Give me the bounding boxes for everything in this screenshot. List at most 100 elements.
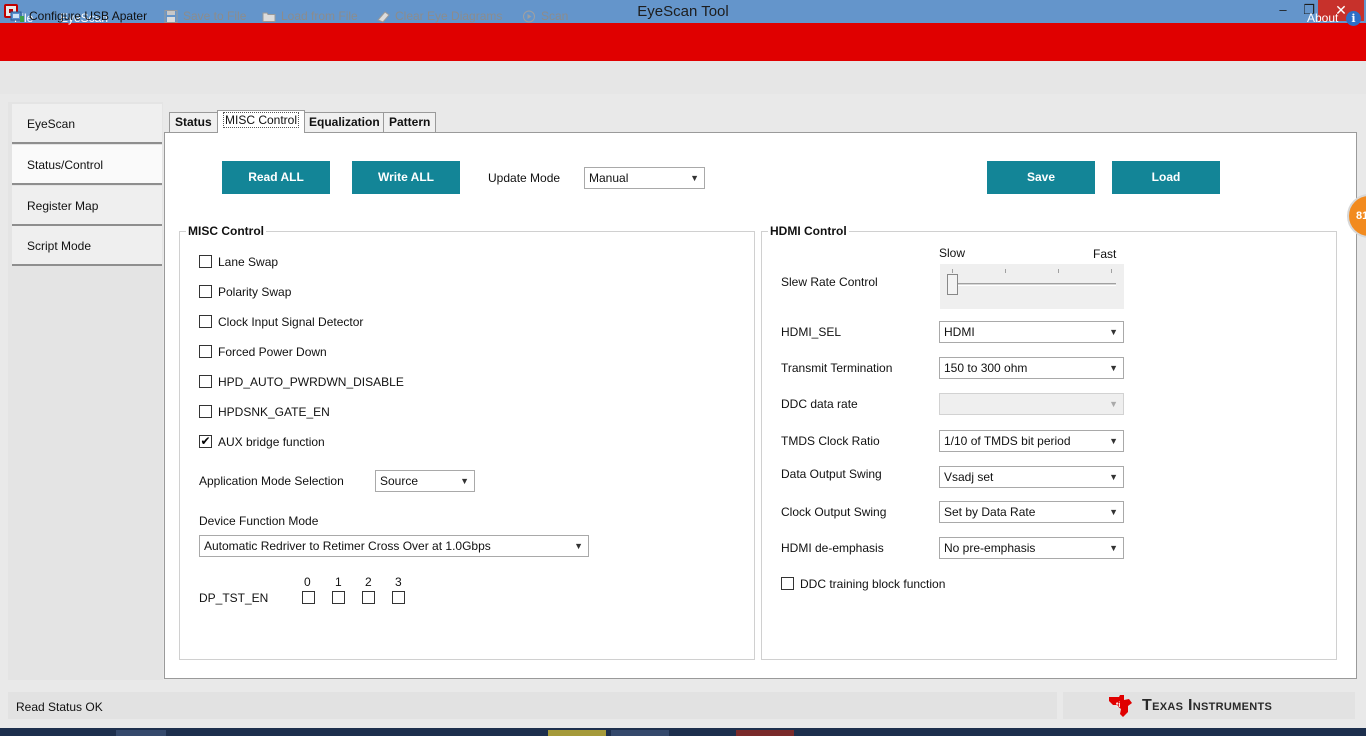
folder-icon (262, 10, 277, 23)
dp-tst-en-bit-0-checkbox[interactable] (302, 591, 315, 604)
load-from-file-button[interactable]: Load from File (262, 9, 358, 23)
device-function-mode-label: Device Function Mode (199, 514, 319, 528)
clock-output-swing-value: Set by Data Rate (944, 505, 1036, 519)
configure-usb-button[interactable]: Configure USB Apater (10, 9, 147, 23)
tab-misc-control[interactable]: MISC Control (217, 110, 306, 133)
slew-rate-slider[interactable] (940, 264, 1124, 309)
dp-tst-en-bit-2-label: 2 (365, 575, 372, 589)
ddc-training-block-label: DDC training block function (800, 577, 946, 591)
transmit-termination-select[interactable]: 150 to 300 ohm ▼ (939, 357, 1124, 379)
dp-tst-en-bit-1-checkbox[interactable] (332, 591, 345, 604)
dp-tst-en-bit-2-checkbox[interactable] (362, 591, 375, 604)
hpd-auto-pwrdwn-disable-checkbox[interactable] (199, 375, 212, 388)
save-icon (164, 9, 179, 23)
save-to-file-label: Save to File (183, 9, 247, 23)
load-button[interactable]: Load (1112, 161, 1220, 194)
sidebar-item-script-mode[interactable]: Script Mode (12, 226, 162, 266)
usb-adapter-icon (10, 10, 25, 23)
chevron-down-icon: ▼ (574, 541, 583, 551)
load-from-file-label: Load from File (281, 9, 358, 23)
chevron-down-icon: ▼ (1109, 472, 1118, 482)
hdmi-de-emphasis-select[interactable]: No pre-emphasis ▼ (939, 537, 1124, 559)
tab-equalization[interactable]: Equalization (303, 112, 386, 132)
ddc-data-rate-label: DDC data rate (781, 397, 858, 411)
polarity-swap-label: Polarity Swap (218, 285, 292, 299)
hpdsnk-gate-en-label: HPDSNK_GATE_EN (218, 405, 330, 419)
info-icon[interactable]: i (1346, 11, 1361, 26)
save-to-file-button[interactable]: Save to File (164, 9, 246, 23)
read-all-button[interactable]: Read ALL (222, 161, 330, 194)
chevron-down-icon: ▼ (1109, 507, 1118, 517)
svg-text:ti: ti (1116, 702, 1120, 709)
minimize-button[interactable]: – (1270, 0, 1296, 21)
status-bar (8, 692, 1057, 719)
update-mode-value: Manual (589, 171, 629, 185)
clock-output-swing-select[interactable]: Set by Data Rate ▼ (939, 501, 1124, 523)
application-mode-label: Application Mode Selection (199, 474, 344, 488)
menu-about[interactable]: About (1307, 11, 1338, 25)
update-mode-label: Update Mode (488, 171, 561, 185)
play-icon (522, 10, 537, 23)
status-text: Read Status OK (16, 700, 103, 714)
dp-tst-en-bit-1-label: 1 (335, 575, 342, 589)
configure-usb-label: Configure USB Apater (29, 9, 148, 23)
device-function-mode-select[interactable]: Automatic Redriver to Retimer Cross Over… (199, 535, 589, 557)
tab-status[interactable]: Status (169, 112, 218, 132)
tmds-clock-ratio-select[interactable]: 1/10 of TMDS bit period ▼ (939, 430, 1124, 452)
hpdsnk-gate-en-checkbox[interactable] (199, 405, 212, 418)
update-mode-select[interactable]: Manual ▼ (584, 167, 705, 189)
chevron-down-icon: ▼ (460, 476, 469, 486)
dp-tst-en-bit-3-checkbox[interactable] (392, 591, 405, 604)
slider-thumb[interactable] (947, 274, 958, 295)
transmit-termination-label: Transmit Termination (781, 361, 893, 375)
slider-tick (1058, 269, 1059, 273)
hdmi-sel-value: HDMI (944, 325, 975, 339)
texas-instruments-logo-icon: ti (1107, 694, 1135, 718)
tmds-clock-ratio-value: 1/10 of TMDS bit period (944, 434, 1071, 448)
slew-slow-label: Slow (939, 246, 966, 260)
application-mode-select[interactable]: Source ▼ (375, 470, 475, 492)
chevron-down-icon: ▼ (1109, 436, 1118, 446)
forced-power-down-label: Forced Power Down (218, 345, 327, 359)
aux-bridge-function-checkbox[interactable]: ✔ (199, 435, 212, 448)
lane-swap-label: Lane Swap (218, 255, 279, 269)
hdmi-sel-select[interactable]: HDMI ▼ (939, 321, 1124, 343)
forced-power-down-checkbox[interactable] (199, 345, 212, 358)
data-output-swing-value: Vsadj set (944, 470, 994, 484)
texas-instruments-wordmark: Texas Instruments (1142, 697, 1273, 714)
toolbar (0, 61, 1366, 94)
clock-input-signal-detector-checkbox[interactable] (199, 315, 212, 328)
sidebar-item-register-map[interactable]: Register Map (12, 186, 162, 226)
slew-fast-label: Fast (1093, 247, 1117, 261)
misc-control-title: MISC Control (186, 224, 266, 238)
dp-tst-en-bit-0-label: 0 (304, 575, 311, 589)
slider-groove (948, 283, 1116, 286)
clear-eye-diagrams-button[interactable]: Clear Eye Diagrams (376, 9, 502, 23)
sidebar-item-status-control[interactable]: Status/Control (12, 145, 162, 185)
polarity-swap-checkbox[interactable] (199, 285, 212, 298)
slider-tick (1111, 269, 1112, 273)
ddc-data-rate-select[interactable]: ▼ (939, 393, 1124, 415)
save-button[interactable]: Save (987, 161, 1095, 194)
scan-button[interactable]: Scan (522, 9, 568, 23)
write-all-button[interactable]: Write ALL (352, 161, 460, 194)
application-mode-value: Source (380, 474, 419, 488)
hdmi-de-emphasis-value: No pre-emphasis (944, 541, 1036, 555)
tab-pattern[interactable]: Pattern (383, 112, 437, 132)
taskbar-app[interactable] (116, 730, 166, 736)
sidebar-item-eyescan[interactable]: EyeScan (12, 104, 162, 144)
taskbar-app[interactable] (548, 730, 606, 736)
data-output-swing-select[interactable]: Vsadj set ▼ (939, 466, 1124, 488)
eraser-icon (376, 10, 391, 23)
chevron-down-icon: ▼ (1109, 399, 1118, 409)
taskbar-app[interactable] (611, 730, 669, 736)
ddc-training-block-checkbox[interactable] (781, 577, 794, 590)
taskbar-app[interactable] (736, 730, 794, 736)
slider-tick (952, 269, 953, 273)
lane-swap-checkbox[interactable] (199, 255, 212, 268)
slew-rate-label: Slew Rate Control (781, 275, 878, 289)
device-function-mode-value: Automatic Redriver to Retimer Cross Over… (204, 539, 491, 553)
transmit-termination-value: 150 to 300 ohm (944, 361, 1028, 375)
hpd-auto-pwrdwn-disable-label: HPD_AUTO_PWRDWN_DISABLE (218, 375, 404, 389)
os-taskbar (0, 728, 1366, 736)
